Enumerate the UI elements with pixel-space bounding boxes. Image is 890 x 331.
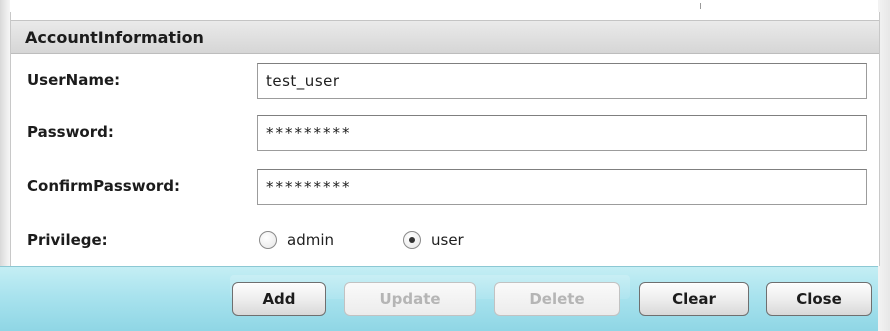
window-top-strip bbox=[10, 0, 878, 12]
privilege-radio-group: admin user bbox=[259, 230, 559, 252]
privilege-label: Privilege: bbox=[27, 231, 108, 249]
confirm-password-input[interactable] bbox=[257, 169, 867, 205]
section-header: AccountInformation bbox=[11, 20, 879, 54]
privilege-user-radio[interactable] bbox=[403, 231, 421, 249]
username-row: UserName: bbox=[11, 60, 879, 104]
confirm-password-row: ConfirmPassword: bbox=[11, 166, 879, 210]
resize-tick bbox=[700, 3, 701, 9]
username-input[interactable] bbox=[257, 63, 867, 99]
privilege-admin-label[interactable]: admin bbox=[287, 231, 334, 249]
password-input[interactable] bbox=[257, 115, 867, 151]
username-label: UserName: bbox=[27, 71, 121, 89]
add-button[interactable]: Add bbox=[232, 282, 326, 316]
update-button[interactable]: Update bbox=[344, 282, 476, 316]
section-title: AccountInformation bbox=[25, 28, 204, 47]
clear-button[interactable]: Clear bbox=[639, 282, 749, 316]
button-bar: Add Update Delete Clear Close bbox=[0, 266, 878, 331]
confirm-password-label: ConfirmPassword: bbox=[27, 177, 181, 195]
password-row: Password: bbox=[11, 112, 879, 156]
close-button[interactable]: Close bbox=[766, 282, 872, 316]
password-label: Password: bbox=[27, 123, 114, 141]
privilege-admin-radio[interactable] bbox=[259, 231, 277, 249]
account-information-dialog: AccountInformation UserName: Password: C… bbox=[0, 0, 890, 331]
delete-button[interactable]: Delete bbox=[494, 282, 620, 316]
radio-selected-dot bbox=[409, 237, 415, 243]
privilege-user-label[interactable]: user bbox=[431, 231, 464, 249]
account-form-panel: AccountInformation UserName: Password: C… bbox=[10, 12, 880, 266]
